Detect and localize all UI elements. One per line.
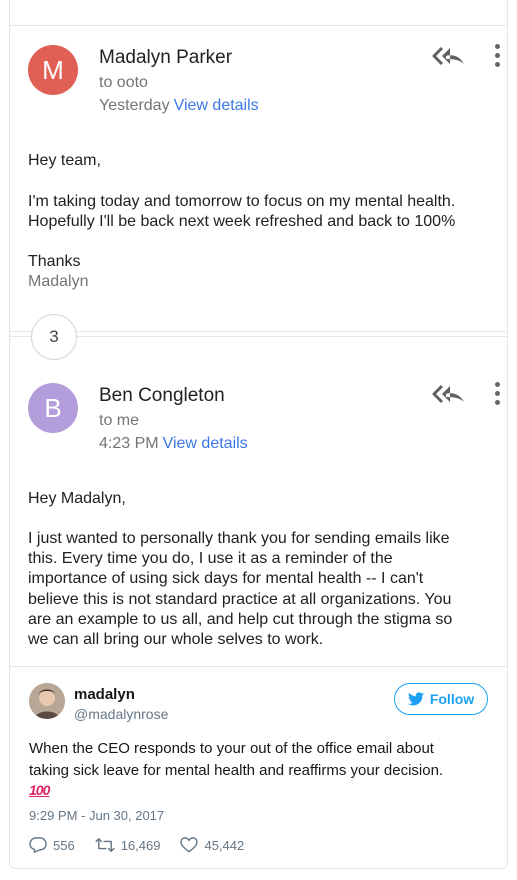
tweet-avatar[interactable] <box>29 683 65 719</box>
retweet-count: 16,469 <box>120 837 161 853</box>
view-details-link[interactable]: View details <box>163 435 248 452</box>
reply-all-icon[interactable] <box>432 382 466 406</box>
sender-name: Ben Congleton <box>99 385 225 406</box>
avatar-ben: B <box>28 383 78 433</box>
reply-count: 556 <box>53 837 75 853</box>
email-body-line: I just wanted to personally thank you fo… <box>28 530 450 547</box>
recipient: to ooto <box>99 74 148 91</box>
tweet-card: M Madalyn Parker to ooto Yesterday View d… <box>9 0 508 869</box>
email-screenshot: M Madalyn Parker to ooto Yesterday View d… <box>10 0 507 665</box>
twitter-bird-icon <box>407 692 424 706</box>
follow-button[interactable]: Follow <box>394 683 488 715</box>
email-signature: Madalyn <box>28 273 89 290</box>
email-greeting: Hey Madalyn, <box>28 490 126 507</box>
email-body-line: are an example to us all, and help cut t… <box>28 611 453 628</box>
email-greeting: Hey team, <box>28 152 101 169</box>
email-body-line: I'm taking today and tomorrow to focus o… <box>28 193 456 210</box>
email-body-line: this. Every time you do, I use it as a r… <box>28 550 393 567</box>
recipient: to me <box>99 412 140 429</box>
collapsed-count[interactable]: 3 <box>31 314 77 360</box>
more-options-icon[interactable] <box>492 44 502 68</box>
email-time: Yesterday View details <box>99 97 259 115</box>
tweet-text-line: taking sick leave for mental health and … <box>29 762 444 779</box>
view-details-link[interactable]: View details <box>174 97 259 114</box>
email-body-line: importance of using sick days for mental… <box>28 570 424 587</box>
follow-label: Follow <box>429 691 475 707</box>
email-signoff: Thanks <box>28 253 81 270</box>
tweet-text: When the CEO responds to your out of the… <box>29 738 489 782</box>
tweet-author-name[interactable]: madalyn <box>74 686 135 703</box>
email-body-line: Hopefully I'll be back next week refresh… <box>28 213 456 230</box>
tweet-text-line: When the CEO responds to your out of the… <box>29 740 434 757</box>
tweet-timestamp[interactable]: 9:29 PM - Jun 30, 2017 <box>29 808 164 823</box>
heart-icon <box>180 837 199 853</box>
like-count: 45,442 <box>204 837 245 853</box>
timestamp: 4:23 PM <box>99 435 159 452</box>
hundred-points-emoji-icon: 100 <box>29 782 50 798</box>
reply-icon <box>29 837 47 853</box>
email-body-line: we can all bring our whole selves to wor… <box>28 631 324 648</box>
divider <box>10 666 507 667</box>
email-body-line: believe this is not standard practice at… <box>28 591 452 608</box>
timestamp: Yesterday <box>99 97 170 114</box>
retweet-action[interactable]: 16,469 <box>95 837 161 853</box>
tweet-actions: 556 16,469 45,442 <box>29 835 264 855</box>
collapsed-divider <box>10 331 507 332</box>
like-action[interactable]: 45,442 <box>180 837 244 853</box>
sender-name: Madalyn Parker <box>99 47 233 68</box>
more-options-icon[interactable] <box>492 382 502 406</box>
retweet-icon <box>95 838 115 852</box>
divider <box>10 25 507 26</box>
avatar-madalyn: M <box>28 45 78 95</box>
reply-action[interactable]: 556 <box>29 837 75 853</box>
collapsed-divider <box>10 336 507 337</box>
email-time: 4:23 PM View details <box>99 435 248 453</box>
reply-all-icon[interactable] <box>432 44 466 68</box>
tweet-author-handle[interactable]: @madalynrose <box>74 706 168 722</box>
